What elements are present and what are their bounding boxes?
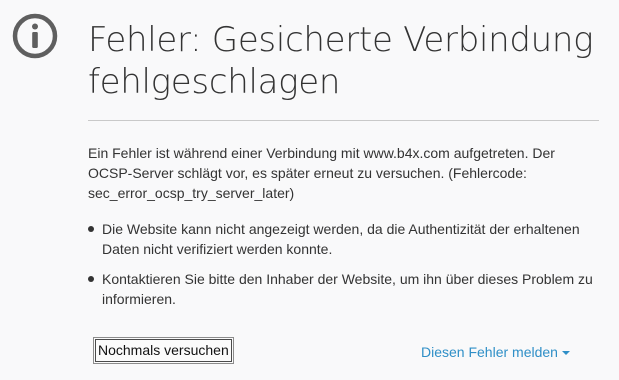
advice-list: Die Website kann nicht angezeigt werden,… — [88, 219, 598, 319]
report-error-label: Diesen Fehler melden — [421, 344, 558, 360]
error-page: Fehler: Gesicherte Verbindung fehlgeschl… — [0, 0, 619, 380]
title-divider — [88, 120, 599, 121]
advice-text: Kontaktieren Sie bitte den Inhaber der W… — [102, 271, 593, 307]
page-title: Fehler: Gesicherte Verbindung fehlgeschl… — [88, 20, 594, 102]
caret-down-icon — [561, 351, 570, 356]
bullet-icon — [88, 276, 94, 282]
advice-text: Die Website kann nicht angezeigt werden,… — [102, 221, 580, 257]
info-icon — [12, 13, 58, 59]
advice-item: Kontaktieren Sie bitte den Inhaber der W… — [88, 269, 598, 309]
advice-item: Die Website kann nicht angezeigt werden,… — [88, 219, 598, 259]
bullet-icon — [88, 226, 94, 232]
report-error-link[interactable]: Diesen Fehler melden — [421, 343, 570, 361]
error-description: Ein Fehler ist während einer Verbindung … — [88, 145, 555, 201]
retry-button[interactable]: Nochmals versuchen — [93, 337, 234, 364]
